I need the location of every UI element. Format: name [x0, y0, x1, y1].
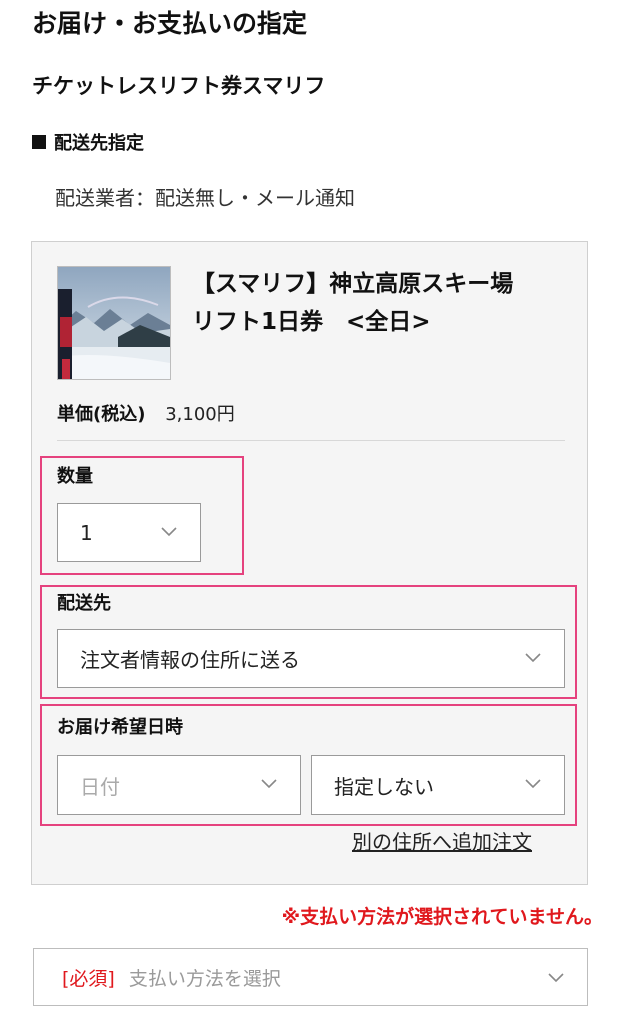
quantity-label: 数量	[57, 466, 93, 487]
destination-select[interactable]: 注文者情報の住所に送る	[57, 629, 565, 688]
delivery-date-select[interactable]: 日付	[57, 755, 301, 815]
payment-warning: ※支払い方法が選択されていません。	[281, 906, 603, 928]
page-title: お届け・お支払いの指定	[32, 9, 308, 38]
payment-method-placeholder: 支払い方法を選択	[128, 967, 281, 990]
product-name: 【スマリフ】神立高原スキー場 リフト1日券 <全日>	[192, 271, 537, 335]
delivery-time-value: 指定しない	[334, 774, 434, 799]
required-tag: [必須]	[62, 967, 115, 990]
chevron-down-icon	[525, 779, 541, 789]
quantity-select[interactable]: 1	[57, 503, 201, 562]
divider	[57, 440, 565, 441]
shipping-section-heading: 配送先指定	[32, 129, 144, 155]
destination-label: 配送先	[57, 593, 111, 614]
delivery-time-select[interactable]: 指定しない	[311, 755, 565, 815]
delivery-date-placeholder: 日付	[80, 774, 120, 799]
quantity-value: 1	[80, 520, 93, 545]
shipping-heading-label: 配送先指定	[54, 133, 144, 154]
unit-price-value: 3,100円	[165, 404, 235, 425]
add-order-to-other-address-link[interactable]: 別の住所へ追加注文	[352, 826, 532, 855]
unit-price-label: 単価(税込)	[57, 404, 146, 425]
chevron-down-icon	[548, 973, 564, 983]
chevron-down-icon	[261, 779, 277, 789]
delivery-datetime-label: お届け希望日時	[57, 717, 183, 738]
chevron-down-icon	[161, 526, 177, 536]
product-heading: チケットレスリフト券スマリフ	[32, 74, 326, 98]
payment-method-select[interactable]: [必須] 支払い方法を選択	[33, 948, 588, 1006]
product-thumbnail	[57, 266, 171, 380]
carrier-text: 配送業者：配送無し・メール通知	[55, 186, 355, 210]
destination-value: 注文者情報の住所に送る	[80, 648, 300, 672]
chevron-down-icon	[525, 652, 541, 662]
square-bullet-icon	[32, 135, 46, 149]
unit-price-row: 単価(税込) 3,100円	[57, 400, 235, 426]
